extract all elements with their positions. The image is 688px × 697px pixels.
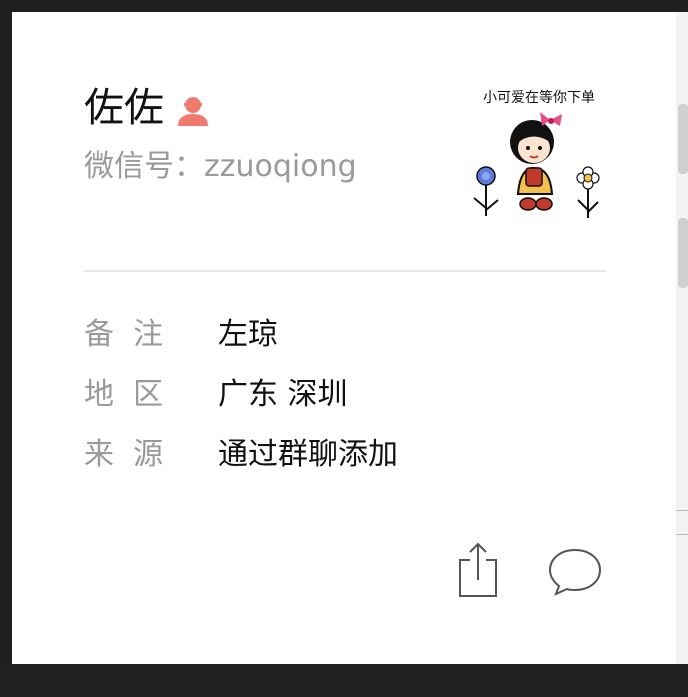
source-value: 通过群聊添加 (218, 437, 398, 472)
contact-name: 佐佐 (84, 85, 164, 131)
source-label: 来 源 (84, 437, 164, 472)
background-window-edge (676, 12, 688, 664)
remark-label: 备 注 (84, 317, 164, 352)
avatar[interactable]: 小可爱在等你下单 (470, 84, 608, 224)
region-value: 广东 深圳 (218, 377, 348, 412)
remark-value[interactable]: 左琼 (218, 320, 278, 350)
female-user-icon (176, 94, 210, 132)
divider (84, 270, 606, 272)
avatar-caption: 小可爱在等你下单 (483, 89, 595, 106)
contact-card: 佐佐 微信号：zzuoqiong 小可爱在等你下单 备 注 左琼 地 区 广东 … (12, 12, 676, 664)
region-label: 地 区 (84, 377, 164, 412)
share-icon[interactable] (456, 542, 500, 602)
bottom-bar (0, 664, 688, 697)
chat-bubble-icon[interactable] (546, 546, 604, 602)
wechat-id: 微信号：zzuoqiong (84, 149, 357, 184)
